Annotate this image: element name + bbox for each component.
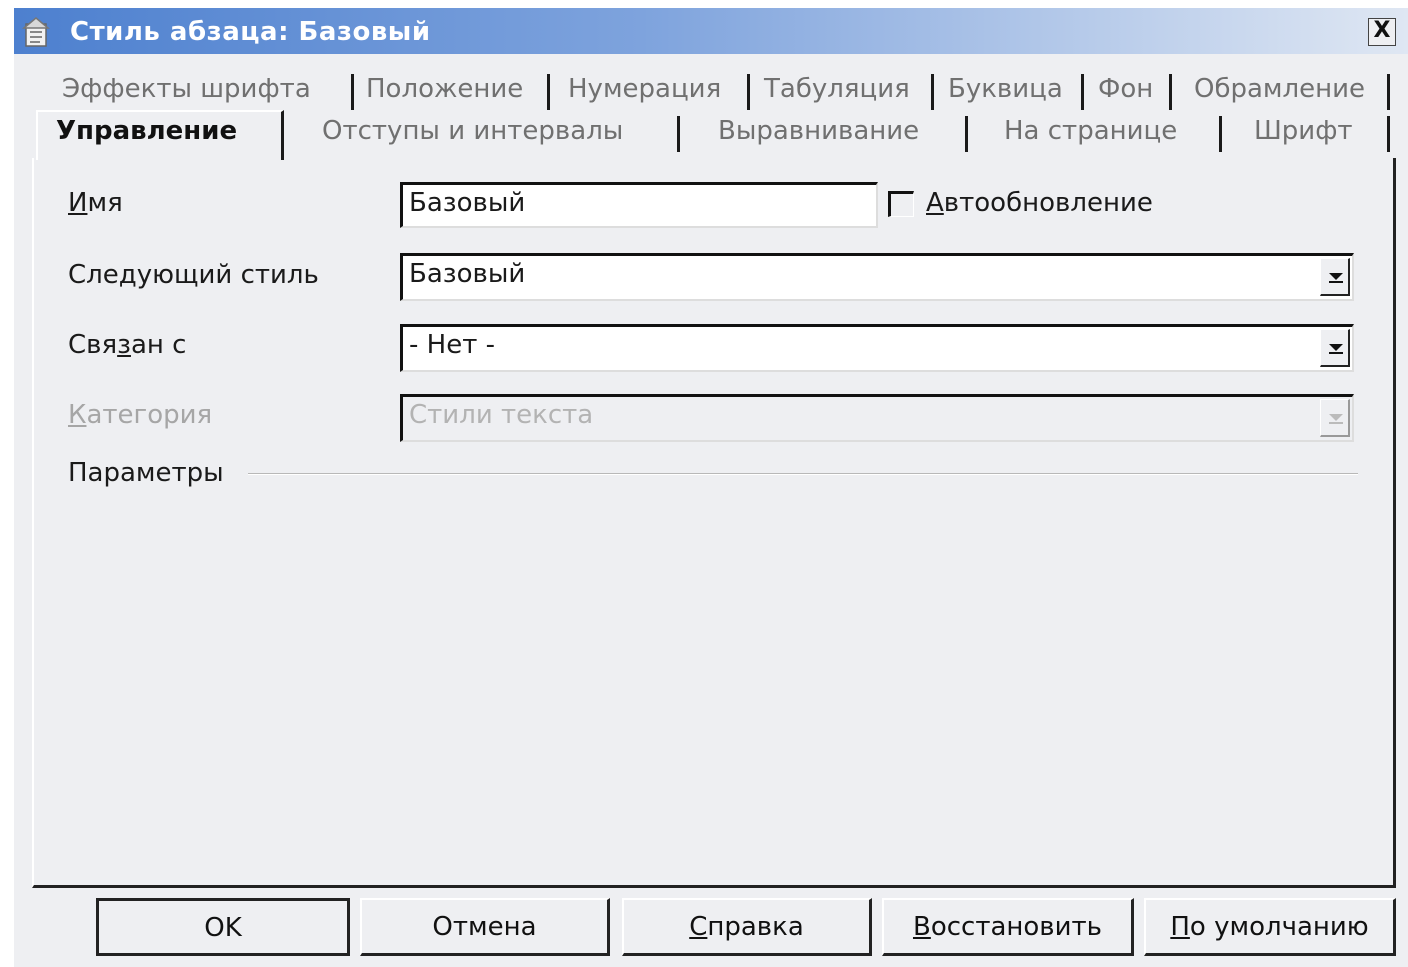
chevron-down-icon: [1329, 273, 1343, 283]
tab-tabs[interactable]: Табуляция: [756, 74, 934, 110]
title-bar[interactable]: Стиль абзаца: Базовый X: [14, 8, 1408, 54]
tab-drop-caps[interactable]: Буквица: [940, 74, 1084, 110]
tab-font[interactable]: Шрифт: [1228, 116, 1390, 152]
next-style-label: Следующий стиль: [68, 260, 319, 290]
chevron-down-icon: [1329, 344, 1343, 354]
tab-borders[interactable]: Обрамление: [1186, 74, 1390, 110]
autoupdate-label[interactable]: Автообновление: [926, 188, 1153, 218]
reset-button[interactable]: Восстановить: [882, 898, 1134, 956]
name-label: Имя: [68, 188, 123, 218]
tab-font-effects[interactable]: Эффекты шрифта: [54, 74, 354, 110]
category-label: Категория: [68, 400, 213, 430]
tab-position[interactable]: Положение: [358, 74, 550, 110]
cancel-button[interactable]: Отмена: [360, 898, 610, 956]
ok-button[interactable]: OK: [96, 898, 350, 956]
name-input[interactable]: Базовый: [400, 182, 878, 228]
app-document-icon: [21, 16, 52, 48]
category-select: Стили текста: [400, 394, 1354, 442]
tab-indents-spacing[interactable]: Отступы и интервалы: [294, 116, 680, 152]
paragraph-style-dialog: Стиль абзаца: Базовый X Эффекты шрифта П…: [14, 8, 1408, 967]
tab-numbering[interactable]: Нумерация: [560, 74, 750, 110]
chevron-down-icon: [1329, 414, 1343, 424]
close-button[interactable]: X: [1368, 18, 1396, 46]
parameters-section-label: Параметры: [68, 458, 224, 488]
next-style-select[interactable]: Базовый: [400, 253, 1354, 301]
next-style-dropdown-button[interactable]: [1320, 258, 1350, 296]
help-button[interactable]: Справка: [622, 898, 872, 956]
linked-with-dropdown-button[interactable]: [1320, 329, 1350, 367]
tab-text-flow[interactable]: На странице: [974, 116, 1222, 152]
standard-button[interactable]: По умолчанию: [1144, 898, 1396, 956]
close-icon: X: [1373, 18, 1391, 43]
autoupdate-checkbox[interactable]: [888, 191, 914, 217]
window-title: Стиль абзаца: Базовый: [70, 17, 431, 47]
tab-background[interactable]: Фон: [1090, 74, 1172, 110]
parameters-separator: [248, 473, 1358, 475]
linked-with-select[interactable]: - Нет -: [400, 324, 1354, 372]
category-dropdown-button: [1320, 399, 1350, 437]
linked-with-label: Связан с: [68, 330, 187, 360]
tab-organizer[interactable]: Управление: [36, 110, 284, 160]
tab-alignment[interactable]: Выравнивание: [686, 116, 968, 152]
